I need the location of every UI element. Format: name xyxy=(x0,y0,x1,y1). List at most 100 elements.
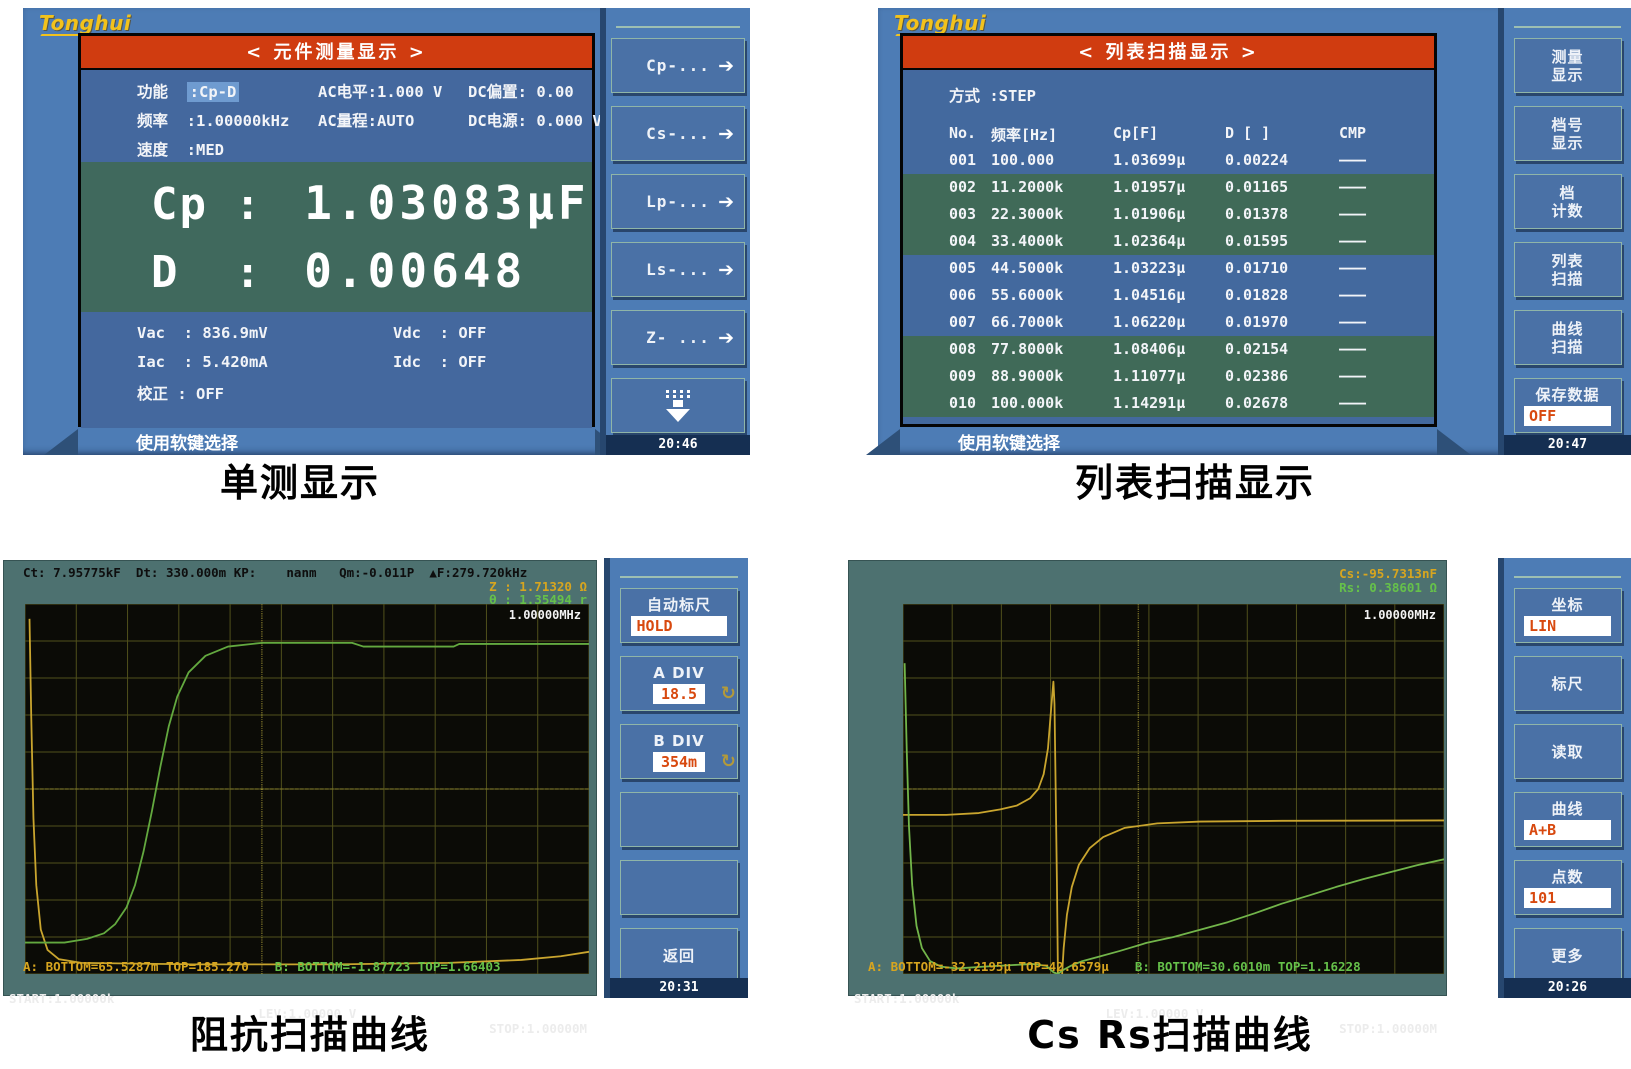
table-row-cell: 004 xyxy=(949,232,977,250)
table-row-cell: ——— xyxy=(1339,394,1367,412)
softkey-label: Ls-... xyxy=(646,260,710,279)
table-row-cell: ——— xyxy=(1339,259,1367,277)
softkey-bin-display[interactable]: 档号 显示 xyxy=(1513,106,1622,161)
measurement-zone: Cp:1.03083μF D:0.00648 xyxy=(81,162,592,312)
page-down-icon xyxy=(666,389,690,422)
next-arrow-icon: ➔ xyxy=(718,326,734,349)
softkey-label: Cp-... xyxy=(646,56,710,75)
softkey-bin-count[interactable]: 档计数 xyxy=(1513,174,1622,229)
table-row-cell: 006 xyxy=(949,286,977,304)
softkey-label: 显示 xyxy=(1551,65,1584,84)
softkey-trace[interactable]: 曲线 A+B xyxy=(1513,792,1622,847)
softkey-value: LIN xyxy=(1524,615,1611,636)
sweep-table: No. 频率[Hz] Cp[F] D [ ] CMP 001 100.000 1.03699μ… xyxy=(903,120,1434,417)
softkey-points[interactable]: 点数 101 xyxy=(1513,860,1622,915)
softkey-function-ls[interactable]: Ls-... ➔ xyxy=(611,242,745,297)
table-row-cell: 1.14291μ xyxy=(1113,394,1186,412)
colon: : xyxy=(235,248,261,297)
softkey-b-div[interactable]: B DIV 354m ↻ xyxy=(620,724,738,779)
softkey-auto-scale[interactable]: 自动标尺 HOLD xyxy=(620,588,738,643)
trace-scale-readouts: A: BOTTOM=-32.2195μ TOP=42.6579μ B: BOTTO… xyxy=(868,959,1441,974)
table-row-cell: 0.01710 xyxy=(1225,259,1289,277)
table-header-cell: 频率[Hz] xyxy=(991,126,1058,144)
softkey-coordinate[interactable]: 坐标 LIN xyxy=(1513,588,1622,643)
softkey-column-impedance: 自动标尺 HOLD A DIV 18.5 ↻ B DIV 354m ↻ 返回 20:31 xyxy=(604,558,748,998)
function-label: 功能 xyxy=(137,83,187,101)
primary-param-name: Cp xyxy=(151,179,208,230)
table-row-cell: ——— xyxy=(1339,232,1367,250)
table-row-cell: 0.01970 xyxy=(1225,313,1289,331)
function-value: :Cp-D xyxy=(186,82,240,102)
panel-list-sweep: Tonghui < 列表扫描显示 > 方式 :STEP No. 频率[Hz] Cp[… xyxy=(866,8,1631,455)
softkey-label: 测量 xyxy=(1551,47,1584,66)
softkey-function-cs[interactable]: Cs-... ➔ xyxy=(611,106,745,161)
softkey-read[interactable]: 读取 xyxy=(1513,724,1622,779)
softkey-label: 返回 xyxy=(662,946,695,965)
softkey-label: 标尺 xyxy=(1551,674,1584,693)
param-dc-bias: DC偏置: 0.00 mV xyxy=(468,83,621,101)
softkey-a-div[interactable]: A DIV 18.5 ↻ xyxy=(620,656,738,711)
table-row: 008 77.8000k 1.08406μ 0.02154 ——— xyxy=(903,336,1434,363)
table-row-cell: 66.7000k xyxy=(991,313,1064,331)
softkey-value: OFF xyxy=(1524,405,1611,426)
panel-impedance-sweep: Ct: 7.95775kF Dt: 330.000m KP: nanm Qm:-… xyxy=(0,558,748,1036)
panel-csrs-sweep: Cs:-95.7313nF Rs: 0.38601 Ω 1.00000MHz A… xyxy=(848,558,1631,1036)
softkey-measure-display[interactable]: 测量 显示 xyxy=(1513,38,1622,93)
table-row: 007 66.7000k 1.06220μ 0.01970 ——— xyxy=(903,309,1434,336)
softkey-curve-sweep[interactable]: 曲线 扫描 xyxy=(1513,310,1622,365)
softkey-save-data[interactable]: 保存数据 OFF xyxy=(1513,378,1622,433)
secondary-reading: D:0.00648 xyxy=(81,244,592,298)
monitor-idc: Idc : OFF xyxy=(393,353,487,371)
lcd-screen-list: < 列表扫描显示 > 方式 :STEP No. 频率[Hz] Cp[F] D [ ] C… xyxy=(900,33,1437,427)
table-row-cell: 11.2000k xyxy=(991,178,1064,196)
brand-logo: Tonghui xyxy=(39,11,132,35)
param-dc-source: DC电源: 0.000 V xyxy=(468,112,602,130)
panel-measure-display: Tonghui < 元件测量显示 > 功能 :Cp-D AC电平:1.000 V… xyxy=(23,8,750,455)
table-row: 004 33.4000k 1.02364μ 0.01595 ——— xyxy=(903,228,1434,255)
table-row: 005 44.5000k 1.03223μ 0.01710 ——— xyxy=(903,255,1434,282)
softkey-more[interactable]: 更多 xyxy=(1513,928,1622,983)
caption-list-sweep: 列表扫描显示 xyxy=(1074,461,1315,505)
clock: 20:46 xyxy=(606,435,750,455)
table-row-cell: 1.01906μ xyxy=(1113,205,1186,223)
softkey-blank-1[interactable] xyxy=(620,792,738,847)
softkey-scale[interactable]: 标尺 xyxy=(1513,656,1622,711)
table-header-cell: CMP xyxy=(1339,124,1367,142)
next-arrow-icon: ➔ xyxy=(718,54,734,77)
monitor-iac: Iac : 5.420mA xyxy=(137,353,268,371)
softkey-blank-2[interactable] xyxy=(620,860,738,915)
table-row-cell: 0.01378 xyxy=(1225,205,1289,223)
monitor-vac: Vac : 836.9mV xyxy=(137,324,268,342)
table-row-cell: 005 xyxy=(949,259,977,277)
table-row-cell: 33.4000k xyxy=(991,232,1064,250)
table-row-cell: 1.01957μ xyxy=(1113,178,1186,196)
trace-a-scale: A: BOTTOM=-32.2195μ TOP=42.6579μ xyxy=(868,959,1109,974)
softkey-separator xyxy=(1514,576,1621,578)
softkey-more-functions[interactable] xyxy=(611,378,745,433)
param-frequency: 频率 :1.00000kHz xyxy=(137,112,290,130)
softkey-function-cp[interactable]: Cp-... ➔ xyxy=(611,38,745,93)
softkey-function-lp[interactable]: Lp-... ➔ xyxy=(611,174,745,229)
softkey-label: 坐标 xyxy=(1551,595,1584,614)
table-row-cell: 0.02678 xyxy=(1225,394,1289,412)
monitor-vdc: Vdc : OFF xyxy=(393,324,487,342)
softkey-value: A+B xyxy=(1524,819,1611,840)
plot-area: 1.00000MHz xyxy=(903,604,1444,974)
table-row-cell: 0.01165 xyxy=(1225,178,1289,196)
softkey-label: Z- ... xyxy=(646,328,710,347)
sweep-range-row: START:1.00000k LEV:1.00000 V STOP:1.0000… xyxy=(848,976,1447,1036)
table-row-cell: 008 xyxy=(949,340,977,358)
rotary-knob-icon: ↻ xyxy=(720,683,736,704)
curve-a-impedance xyxy=(30,619,589,965)
page: Tonghui < 元件测量显示 > 功能 :Cp-D AC电平:1.000 V… xyxy=(0,0,1631,1069)
table-row-cell: ——— xyxy=(1339,286,1367,304)
table-row-cell: 77.8000k xyxy=(991,340,1064,358)
softkey-label: 显示 xyxy=(1551,133,1584,152)
softkey-list-sweep[interactable]: 列表 扫描 xyxy=(1513,242,1622,297)
softkey-function-z[interactable]: Z- ... ➔ xyxy=(611,310,745,365)
softkey-list: 测量 显示 档号 显示档计数 列表 扫描 曲线 扫描 保存数据 OFF xyxy=(1504,38,1631,433)
softkey-column-list: 测量 显示 档号 显示档计数 列表 扫描 曲线 扫描 保存数据 OFF 20:47 xyxy=(1498,8,1631,455)
table-row-cell: 010 xyxy=(949,394,977,412)
softkey-return[interactable]: 返回 xyxy=(620,928,738,983)
colon: : xyxy=(235,180,261,229)
